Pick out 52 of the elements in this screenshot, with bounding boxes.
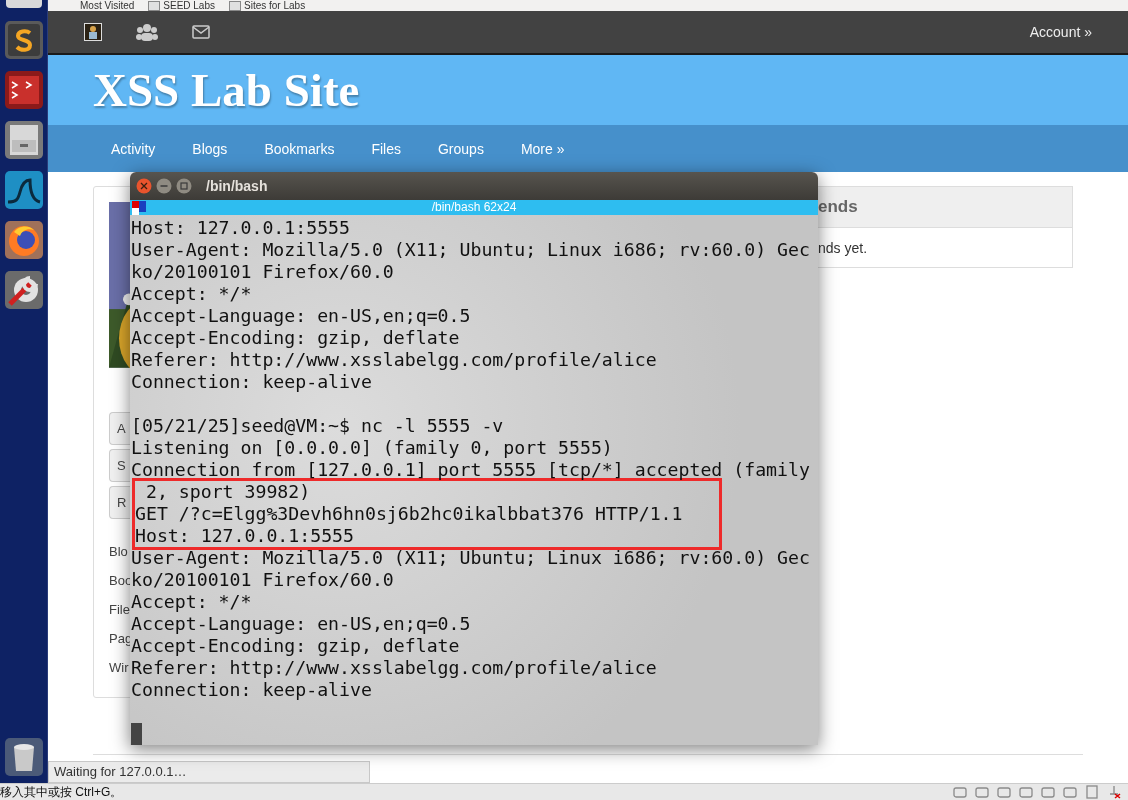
window-title: /bin/bash xyxy=(206,178,268,194)
terminal-line: Listening on [0.0.0.0] (family 0, port 5555) xyxy=(131,437,614,459)
profile-link[interactable]: Wir xyxy=(109,653,129,682)
close-icon[interactable] xyxy=(136,178,152,194)
terminal-line: ko/20100101 Firefox/60.0 xyxy=(131,569,395,591)
text-editor-icon[interactable] xyxy=(3,20,44,60)
avatar-icon[interactable] xyxy=(84,23,102,41)
panel-title: ends xyxy=(818,197,858,217)
windows-menu-icon[interactable] xyxy=(132,201,146,215)
shark-fin-icon[interactable] xyxy=(3,170,44,210)
terminal-line: 2, sport 39982) xyxy=(144,481,312,503)
bookmark-link[interactable]: SEED Labs xyxy=(148,0,215,11)
terminal-line: ko/20100101 Firefox/60.0 xyxy=(131,261,395,283)
bookmark-link[interactable]: Sites for Labs xyxy=(229,0,306,11)
terminal-icon[interactable] xyxy=(3,70,44,110)
profile-button[interactable]: R xyxy=(109,485,130,519)
mail-icon[interactable] xyxy=(192,25,210,39)
trash-icon[interactable] xyxy=(3,737,44,777)
maximize-icon[interactable] xyxy=(176,178,192,194)
terminal-line: Referer: http://www.xsslabelgg.com/profile/alice xyxy=(131,657,658,679)
terminal-line: User-Agent: Mozilla/5.0 (X11; Ubuntu; Linux i686; rv:60.0) Gec xyxy=(131,239,811,261)
minimize-icon[interactable] xyxy=(156,178,172,194)
bookmark-link[interactable]: Most Visited xyxy=(80,0,135,11)
terminal-line: Accept-Encoding: gzip, deflate xyxy=(131,327,461,349)
settings-icon[interactable] xyxy=(3,270,44,310)
terminal-line: GET /?c=Elgg%3Devh6hn0sj6b2hc0ikalbbat376 HTTP/1.1 xyxy=(135,503,684,525)
profile-button[interactable]: A xyxy=(109,411,130,445)
hint-text: 移入其中或按 Ctrl+G。 xyxy=(0,783,123,800)
terminal-line: [05/21/25]seed@VM:~$ nc -l 5555 -v xyxy=(131,415,505,437)
terminal-line: Accept: */* xyxy=(131,283,253,305)
app-icon[interactable] xyxy=(3,0,44,10)
terminal-line: Connection: keep-alive xyxy=(131,371,373,393)
profile-button[interactable]: S xyxy=(109,448,130,482)
terminal-line: Host: 127.0.0.1:5555 xyxy=(131,217,351,239)
terminal-line: Accept-Language: en-US,en;q=0.5 xyxy=(131,613,472,635)
terminal-line: Accept-Encoding: gzip, deflate xyxy=(131,635,461,657)
empty-message: nds yet. xyxy=(818,240,868,256)
terminal-line: Referer: http://www.xsslabelgg.com/profile/alice xyxy=(131,349,658,371)
terminal-line: Accept: */* xyxy=(131,591,253,613)
profile-link[interactable]: Blo xyxy=(109,537,128,566)
terminal-line: Connection: keep-alive xyxy=(131,679,373,701)
terminal-line: Host: 127.0.0.1:5555 xyxy=(135,525,355,547)
terminal-line: User-Agent: Mozilla/5.0 (X11; Ubuntu; Linux i686; rv:60.0) Gec xyxy=(131,547,811,569)
folder-icon[interactable] xyxy=(148,0,161,11)
status-tooltip: Waiting for 127.0.0.1… xyxy=(48,761,370,783)
folder-icon[interactable] xyxy=(229,0,241,11)
terminal-line: Connection from [127.0.0.1] port 5555 [tcp/*] accepted (family xyxy=(131,459,811,481)
terminal-line: Accept-Language: en-US,en;q=0.5 xyxy=(131,305,472,327)
file-cabinet-icon[interactable] xyxy=(3,120,44,160)
profile-link[interactable]: File xyxy=(109,595,130,624)
users-icon[interactable] xyxy=(136,23,158,41)
account-menu[interactable]: Account » xyxy=(1029,24,1092,40)
